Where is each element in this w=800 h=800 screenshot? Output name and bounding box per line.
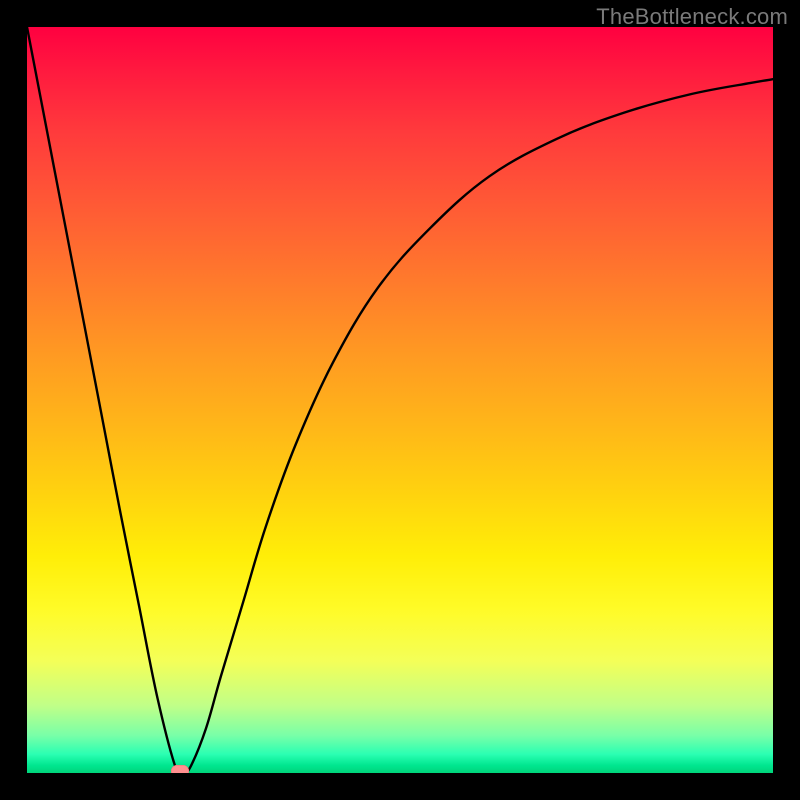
- bottleneck-curve: [27, 27, 773, 773]
- plot-area: [27, 27, 773, 773]
- watermark-text: TheBottleneck.com: [596, 4, 788, 30]
- highlight-marker: [171, 765, 189, 773]
- chart-frame: TheBottleneck.com: [0, 0, 800, 800]
